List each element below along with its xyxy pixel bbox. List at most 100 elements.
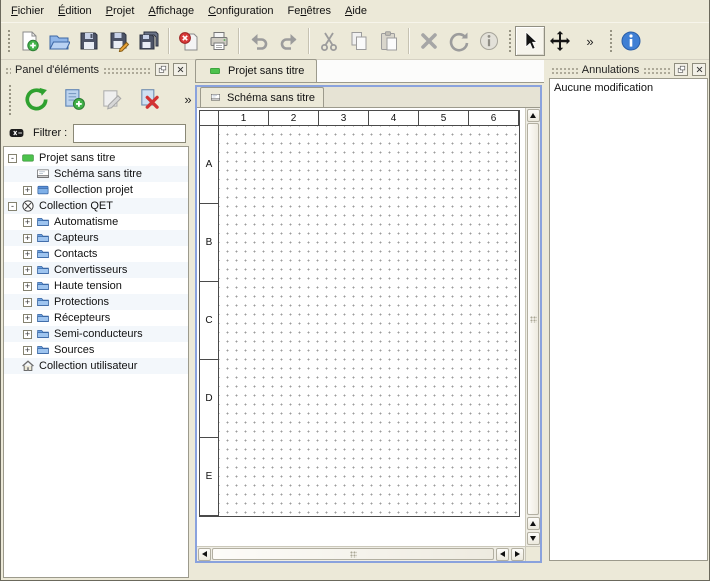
- diagram-canvas[interactable]: 123456 ABCDE: [197, 108, 525, 546]
- pan-mode-button[interactable]: [545, 26, 575, 56]
- tree-item-label: Protections: [54, 296, 109, 308]
- undo-button[interactable]: [244, 26, 274, 56]
- toolbar-grip[interactable]: [7, 83, 12, 115]
- edit-info-icon: [478, 30, 500, 52]
- tree-item-convertisseurs[interactable]: +Convertisseurs: [4, 262, 188, 278]
- toolbar-grip[interactable]: [6, 28, 11, 54]
- scroll-down-button[interactable]: [527, 532, 540, 545]
- open-document-button[interactable]: [44, 26, 74, 56]
- filter-label: Filtrer :: [33, 127, 67, 139]
- menu-aide[interactable]: Aide: [338, 1, 374, 21]
- rotate-button[interactable]: [444, 26, 474, 56]
- toolbar-grip[interactable]: [608, 28, 613, 54]
- folder-icon: [36, 311, 50, 325]
- vertical-scroll-track[interactable]: [526, 123, 540, 516]
- menu-edition[interactable]: Édition: [51, 1, 99, 21]
- tree-expander[interactable]: -: [8, 202, 17, 211]
- tree-item-protections[interactable]: + Protections: [4, 294, 188, 310]
- edit-element-button[interactable]: [97, 83, 127, 115]
- close-document-button[interactable]: [174, 26, 204, 56]
- copy-button[interactable]: [344, 26, 374, 56]
- tree-item-label: Schéma sans titre: [54, 168, 142, 180]
- tree-item-label: Sources: [54, 344, 94, 356]
- tree-expander[interactable]: +: [23, 266, 32, 275]
- filter-input[interactable]: [73, 124, 186, 143]
- tree-item-contacts[interactable]: +Contacts: [4, 246, 188, 262]
- vertical-scrollbar[interactable]: [525, 108, 540, 546]
- tab-schema[interactable]: Schéma sans titre: [200, 87, 324, 107]
- tree-expander[interactable]: +: [23, 218, 32, 227]
- horizontal-scroll-thumb[interactable]: [212, 548, 494, 560]
- tree-expander[interactable]: +: [23, 186, 32, 195]
- sheet-row-headers: ABCDE: [200, 126, 219, 516]
- horizontal-scrollbar[interactable]: [197, 546, 525, 561]
- menu-configuration[interactable]: Configuration: [201, 1, 280, 21]
- tree-expander[interactable]: +: [23, 298, 32, 307]
- tree-item-schema-sans-titre[interactable]: Schéma sans titre: [4, 166, 188, 182]
- menu-fichier[interactable]: Fichier: [4, 1, 51, 21]
- tree-expander[interactable]: +: [23, 282, 32, 291]
- menu-fenetres[interactable]: Fenêtres: [281, 1, 338, 21]
- float-panel-button[interactable]: [155, 63, 169, 76]
- tree-item-capteurs[interactable]: +Capteurs: [4, 230, 188, 246]
- scroll-up-button[interactable]: [527, 109, 540, 122]
- redo-button[interactable]: [274, 26, 304, 56]
- menu-bar: FichierÉditionProjetAffichageConfigurati…: [1, 0, 709, 22]
- tree-item-automatisme[interactable]: +Automatisme: [4, 214, 188, 230]
- clear-filter-icon[interactable]: [6, 125, 27, 141]
- select-mode-button[interactable]: [515, 26, 545, 56]
- cut-button[interactable]: [314, 26, 344, 56]
- tree-expander[interactable]: -: [8, 154, 17, 163]
- scroll-left-button[interactable]: [198, 548, 211, 561]
- save-document-as-button[interactable]: [104, 26, 134, 56]
- toolbar-overflow-button[interactable]: »: [575, 26, 605, 56]
- sheet-row-header: D: [200, 360, 219, 438]
- tree-item-collection-utilisateur[interactable]: Collection utilisateur: [4, 358, 188, 374]
- tree-item-recepteurs[interactable]: + Récepteurs: [4, 310, 188, 326]
- tree-item-collection-projet[interactable]: +Collection projet: [4, 182, 188, 198]
- menu-projet[interactable]: Projet: [99, 1, 142, 21]
- tree-expander[interactable]: +: [23, 330, 32, 339]
- scroll-left-button-right[interactable]: [496, 548, 509, 561]
- new-document-button[interactable]: [14, 26, 44, 56]
- edit-info-button[interactable]: [474, 26, 504, 56]
- toolbar-separator: [408, 28, 410, 54]
- float-panel-button[interactable]: [674, 63, 688, 76]
- tree-expander[interactable]: +: [23, 234, 32, 243]
- new-element-button[interactable]: [59, 83, 89, 115]
- undo-history-list[interactable]: Aucune modification: [549, 78, 708, 561]
- dock-grip-dots: [551, 66, 578, 74]
- qet-icon: [21, 199, 35, 213]
- tree-item-label: Récepteurs: [54, 312, 110, 324]
- tree-expander[interactable]: +: [23, 346, 32, 355]
- tab-project[interactable]: Projet sans titre: [195, 59, 317, 82]
- folder-icon: [36, 343, 50, 357]
- undo-panel-titlebar[interactable]: Annulations: [549, 61, 708, 78]
- tree-item-collection-qet[interactable]: -Collection QET: [4, 198, 188, 214]
- tree-item-haute-tension[interactable]: +Haute tension: [4, 278, 188, 294]
- menu-affichage[interactable]: Affichage: [141, 1, 201, 21]
- save-document-button[interactable]: [74, 26, 104, 56]
- tree-item-sources[interactable]: + Sources: [4, 342, 188, 358]
- reload-collections-button[interactable]: [21, 83, 51, 115]
- dock-grip-dots: [103, 66, 151, 74]
- close-panel-button[interactable]: [692, 63, 706, 76]
- save-all-documents-button[interactable]: [134, 26, 164, 56]
- close-panel-button[interactable]: [173, 63, 187, 76]
- delete-element-button[interactable]: [135, 83, 165, 115]
- toolbar-grip[interactable]: [507, 28, 512, 54]
- diagram-grid[interactable]: [219, 126, 519, 516]
- horizontal-scroll-track[interactable]: [212, 547, 495, 561]
- tree-item-projet-sans-titre[interactable]: -Projet sans titre: [4, 150, 188, 166]
- tree-expander[interactable]: +: [23, 250, 32, 259]
- scroll-right-button[interactable]: [511, 548, 524, 561]
- scroll-up-button-bottom[interactable]: [527, 517, 540, 530]
- print-button[interactable]: [204, 26, 234, 56]
- tree-expander[interactable]: +: [23, 314, 32, 323]
- elements-panel-titlebar[interactable]: Panel d'éléments: [3, 61, 189, 78]
- about-qet-button[interactable]: [616, 26, 646, 56]
- tree-item-semi-conducteurs[interactable]: +Semi-conducteurs: [4, 326, 188, 342]
- vertical-scroll-thumb[interactable]: [527, 123, 539, 515]
- delete-button[interactable]: [414, 26, 444, 56]
- paste-button[interactable]: [374, 26, 404, 56]
